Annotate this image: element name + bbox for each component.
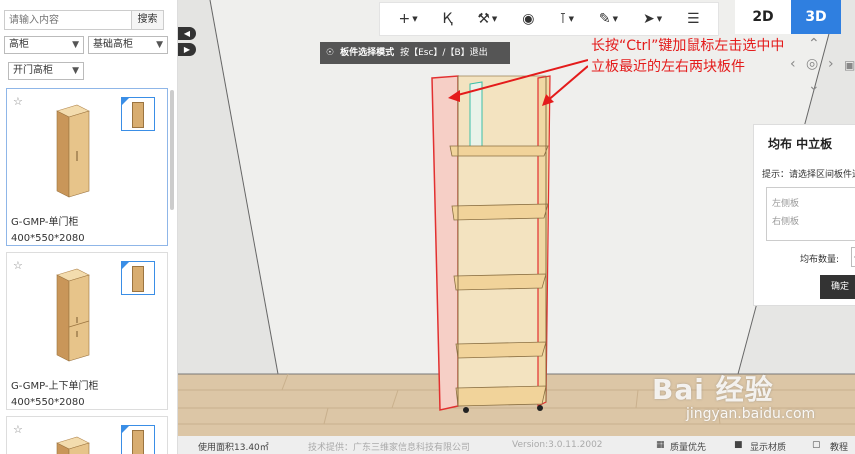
panel-title: 均布 中立板 — [768, 137, 833, 151]
subcategory-select-value: 基础高柜 — [93, 39, 133, 50]
material-icon: ■ — [734, 440, 743, 450]
product-variant-thumbnail[interactable] — [121, 97, 155, 131]
selection-mode-bar: ☉ 板件选择模式 按【Esc】/【B】退出 — [320, 42, 510, 64]
chevron-down-icon: ▼ — [156, 40, 163, 50]
selected-corner-icon — [121, 261, 130, 270]
favorite-star-icon[interactable]: ☆ — [13, 423, 23, 436]
mode-title: 板件选择模式 — [340, 48, 395, 58]
product-dimensions: 400*550*2080 — [11, 397, 85, 408]
selected-corner-icon — [121, 97, 130, 106]
watermark-logo: Bai 经验 — [652, 373, 774, 406]
chevron-down-icon[interactable]: ⌄ — [808, 78, 820, 94]
view-2d-button[interactable]: 2D — [735, 0, 791, 34]
quality-icon: ▦ — [656, 440, 665, 450]
product-image — [56, 268, 90, 362]
distribute-panel: 均布 中立板 提示：请选择区间板件进 左侧板 右侧板 均布数量: 4 确定 — [753, 124, 855, 306]
product-card[interactable]: ☆ G-GMP-上下单门柜 400*550*2080 — [6, 252, 168, 410]
count-label: 均布数量: — [800, 255, 840, 265]
instruction-annotation: 长按“Ctrl”键加鼠标左击选中中立板最近的左右两块板件 — [591, 38, 785, 75]
palette-icon[interactable]: ◉ — [522, 11, 534, 27]
favorite-star-icon[interactable]: ☆ — [13, 259, 23, 272]
brush-icon[interactable]: ⊺ ▼ — [559, 11, 574, 27]
cabinet-mini-icon — [132, 102, 144, 128]
subcategory-select[interactable]: 基础高柜 ▼ — [88, 36, 168, 54]
chevron-up-icon[interactable]: ⌃ — [808, 36, 820, 52]
watermark-url: jingyan.baidu.com — [686, 406, 816, 422]
count-input[interactable]: 4 — [851, 247, 855, 267]
category-select-value: 高柜 — [9, 39, 29, 50]
search-bar: 搜索 — [4, 10, 164, 30]
tutorial-icon: ▢ — [812, 440, 821, 450]
cursor-icon[interactable]: ➤ ▼ — [643, 11, 662, 27]
area-text: 使用面积13.40㎡ — [198, 443, 269, 453]
product-image — [56, 436, 90, 454]
product-card[interactable]: ☆ G-GMP-单门柜 400*550*2080 — [6, 88, 168, 246]
selected-corner-icon — [121, 425, 130, 434]
status-bar: 使用面积13.40㎡ 技术提供：广东三维家信息科技有限公司 Version:3.… — [178, 436, 855, 454]
search-input[interactable] — [5, 11, 131, 29]
bucket-icon[interactable]: ⚒ ▼ — [477, 11, 497, 27]
gallery-icon[interactable]: ▣ — [844, 58, 855, 72]
chevron-down-icon: ▼ — [72, 40, 79, 50]
add-icon[interactable]: + ▼ — [398, 11, 417, 27]
cabinet-mini-icon — [132, 430, 144, 454]
measure-icon[interactable]: Қ — [442, 11, 452, 27]
main-toolbar: + ▼ Қ ⚒ ▼ ◉ ⊺ ▼ ✎ ▼ ➤ ▼ ☰ — [379, 2, 719, 36]
product-name: G-GMP-上下单门柜 — [11, 381, 99, 392]
sliders-icon[interactable]: ☰ — [687, 11, 700, 27]
category-select[interactable]: 高柜 ▼ — [4, 36, 84, 54]
panel-hint: 提示：请选择区间板件进 — [762, 170, 855, 180]
chevron-down-icon: ▼ — [72, 66, 79, 76]
favorite-star-icon[interactable]: ☆ — [13, 95, 23, 108]
product-image — [56, 104, 90, 198]
support-text: 技术提供：广东三维家信息科技有限公司 — [308, 443, 471, 453]
collapse-sidebar-button[interactable]: ◀ — [178, 27, 196, 40]
product-sidebar: 搜索 高柜 ▼ 基础高柜 ▼ 开门高柜 ▼ ☆ G-GMP-单门柜 400*55… — [0, 0, 178, 454]
chevron-right-icon[interactable]: › — [828, 56, 834, 72]
ruler-icon[interactable]: ✎ ▼ — [599, 11, 618, 27]
3d-viewport[interactable]: ◀ ▶ + ▼ Қ ⚒ ▼ ◉ ⊺ ▼ ✎ ▼ ➤ ▼ ☰ 2D 3D ☉ 板件选择模式 … — [178, 0, 855, 454]
view-3d-button[interactable]: 3D — [791, 0, 841, 34]
material-toggle[interactable]: 显示材质 — [750, 440, 786, 453]
right-board-label: 右侧板 — [772, 217, 800, 227]
quality-toggle[interactable]: 质量优先 — [670, 440, 706, 453]
type-select[interactable]: 开门高柜 ▼ — [8, 62, 84, 80]
product-variant-thumbnail[interactable] — [121, 425, 155, 454]
product-name: G-GMP-单门柜 — [11, 217, 79, 228]
lightbulb-icon: ☉ — [326, 48, 335, 58]
left-board-label: 左侧板 — [772, 199, 800, 209]
expand-sidebar-button[interactable]: ▶ — [178, 43, 196, 56]
mode-exit-hint: 按【Esc】/【B】退出 — [400, 48, 488, 58]
sidebar-scrollbar[interactable] — [170, 90, 174, 210]
product-card[interactable]: ☆ — [6, 416, 168, 454]
board-selection-box[interactable]: 左侧板 右侧板 — [766, 187, 855, 241]
product-variant-thumbnail[interactable] — [121, 261, 155, 295]
chevron-left-icon[interactable]: ‹ — [790, 56, 796, 72]
type-select-value: 开门高柜 — [13, 65, 53, 76]
move-center-icon[interactable]: ◎ — [806, 56, 818, 72]
version-text: Version:3.0.11.2002 — [512, 440, 603, 450]
search-button[interactable]: 搜索 — [131, 11, 163, 29]
cabinet-mini-icon — [132, 266, 144, 292]
product-dimensions: 400*550*2080 — [11, 233, 85, 244]
confirm-button[interactable]: 确定 — [820, 275, 855, 299]
tutorial-link[interactable]: 教程 — [830, 440, 848, 453]
cabinet-model[interactable] — [428, 70, 558, 420]
